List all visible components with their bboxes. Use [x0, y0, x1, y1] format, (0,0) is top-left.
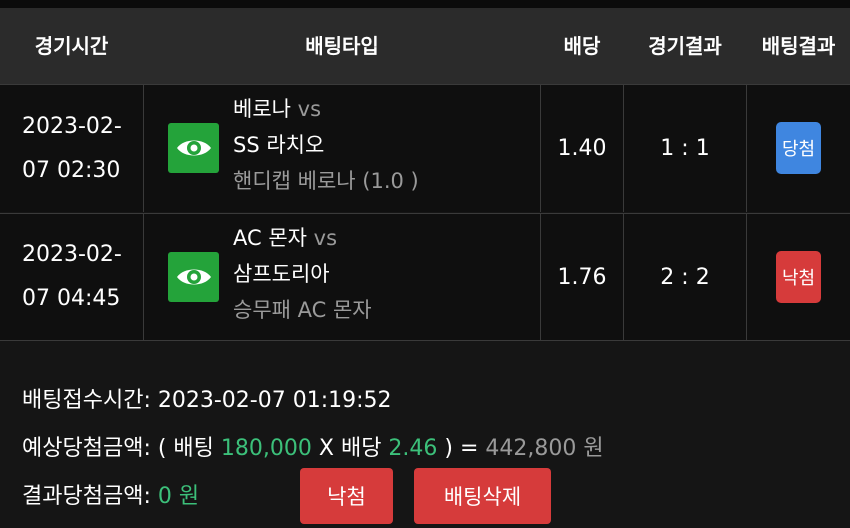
header-odds: 배당: [563, 34, 601, 58]
column-divider: [746, 85, 747, 212]
team-away: SS 라치오: [233, 133, 325, 157]
expected-amount: 442,800 원: [485, 436, 604, 461]
final-label: 결과당첨금액:: [22, 484, 158, 509]
game-clock: 07 02:30: [22, 157, 121, 183]
vs-label: vs: [313, 226, 338, 250]
table-row: 2023-02- 07 04:45 AC 몬자 vs 삼프도리아 승무패 AC …: [0, 213, 850, 341]
game-clock: 07 04:45: [22, 286, 121, 311]
eye-icon: [176, 140, 211, 156]
header-time: 경기시간: [34, 34, 109, 58]
bet-result-badge: 당첨: [776, 122, 821, 174]
eye-icon: [176, 269, 211, 285]
vs-label: vs: [297, 97, 322, 121]
accepted-time-value: 2023-02-07 01:19:52: [157, 388, 392, 413]
column-divider: [746, 214, 747, 340]
expected-label: 예상당첨금액: ( 배팅: [22, 436, 221, 461]
bet-market: 승무패 AC 몬자: [233, 298, 372, 322]
odds-value: 1.76: [557, 264, 607, 290]
result-status-button[interactable]: 낙첨: [300, 468, 393, 524]
delete-bet-button[interactable]: 배팅삭제: [414, 468, 551, 524]
header-bet-result: 배팅결과: [761, 34, 836, 58]
header-bet-type: 배팅타입: [305, 34, 379, 58]
header-game-result: 경기결과: [648, 34, 722, 58]
team-home: 베로나: [233, 97, 291, 121]
bet-info: 베로나 vs SS 라치오 핸디캡 베로나 (1.0 ): [233, 91, 419, 199]
column-divider: [143, 85, 144, 212]
top-bar: [0, 0, 850, 8]
game-score: 2 : 2: [660, 264, 710, 290]
bet-result-badge: 낙첨: [776, 251, 821, 303]
game-date: 2023-02-: [22, 242, 122, 267]
view-match-button[interactable]: [168, 123, 219, 173]
game-date: 2023-02-: [22, 113, 122, 139]
expected-payout-line: 예상당첨금액: ( 배팅 180,000 X 배당 2.46 ) = 442,8…: [22, 430, 604, 462]
table-row: 2023-02- 07 02:30 베로나 vs SS 라치오 핸디캡 베로나 …: [0, 84, 850, 212]
team-away: 삼프도리아: [233, 262, 330, 286]
view-match-button[interactable]: [168, 252, 219, 302]
bet-market: 핸디캡 베로나 (1.0 ): [233, 169, 419, 193]
table-header: 경기시간 배팅타입 배당 경기결과 배팅결과: [0, 8, 850, 84]
game-time: 2023-02- 07 02:30: [0, 85, 143, 212]
bet-info: AC 몬자 vs 삼프도리아 승무패 AC 몬자: [233, 220, 372, 328]
accepted-time-line: 배팅접수시간: 2023-02-07 01:19:52: [22, 382, 392, 414]
final-amount: 0 원: [157, 484, 200, 509]
team-home: AC 몬자: [233, 226, 307, 250]
column-divider: [143, 214, 144, 340]
stake-amount: 180,000: [220, 436, 312, 461]
accepted-time-label: 배팅접수시간:: [22, 388, 158, 413]
equals-label: ) =: [437, 436, 486, 461]
game-time: 2023-02- 07 04:45: [0, 214, 143, 340]
odds-label: X 배당: [311, 436, 389, 461]
total-odds: 2.46: [388, 436, 438, 461]
odds-value: 1.40: [557, 136, 607, 161]
final-payout-line: 결과당첨금액: 0 원: [22, 478, 199, 510]
game-score: 1 : 1: [660, 136, 710, 161]
